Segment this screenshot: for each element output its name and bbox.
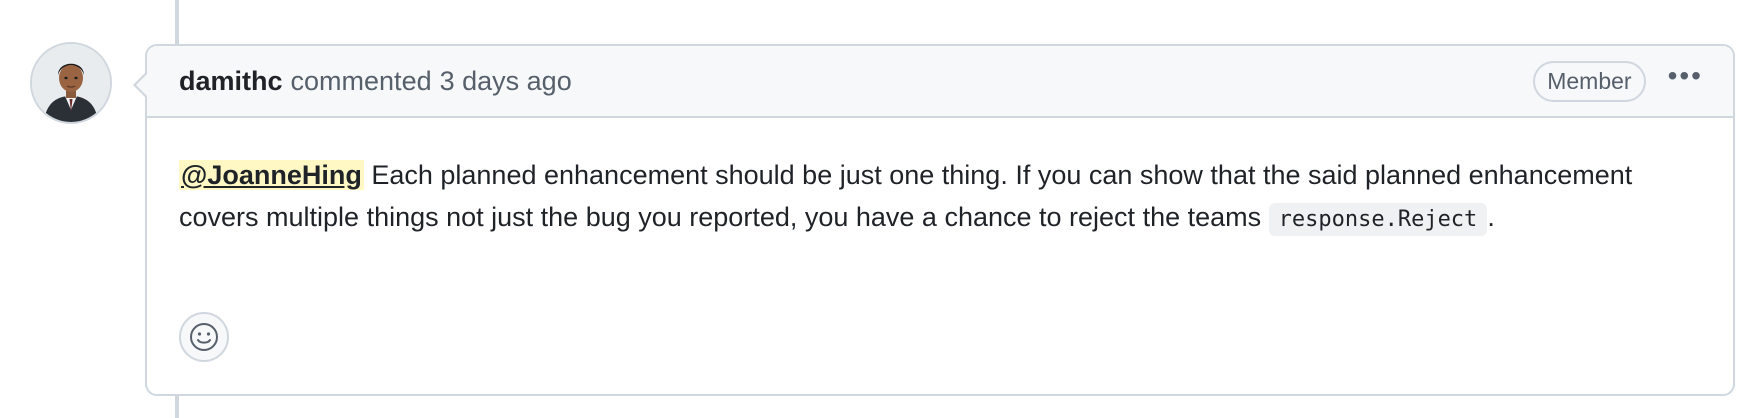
add-reaction-button[interactable] bbox=[179, 312, 229, 362]
more-options-icon[interactable]: ••• bbox=[1668, 62, 1703, 100]
user-mention-link[interactable]: @JoanneHing bbox=[179, 160, 364, 190]
comment-body: @JoanneHing Each planned enhancement sho… bbox=[147, 118, 1733, 241]
inline-code: response.Reject bbox=[1268, 203, 1488, 236]
avatar-image bbox=[32, 44, 110, 122]
comment-box: damithc commented 3 days ago Member ••• … bbox=[133, 44, 1735, 396]
comment-timestamp-link[interactable]: 3 days ago bbox=[440, 66, 572, 97]
comment-header: damithc commented 3 days ago Member ••• bbox=[147, 46, 1733, 118]
role-badge: Member bbox=[1533, 60, 1646, 102]
avatar[interactable] bbox=[30, 42, 112, 124]
comment-text-end: . bbox=[1487, 202, 1495, 232]
comment-action-text: commented bbox=[290, 65, 432, 96]
issue-timeline: damithc commented 3 days ago Member ••• … bbox=[0, 0, 1764, 418]
smiley-icon bbox=[190, 323, 218, 351]
comment-author-link[interactable]: damithc bbox=[179, 66, 283, 97]
comment-pointer-inner bbox=[136, 73, 148, 97]
